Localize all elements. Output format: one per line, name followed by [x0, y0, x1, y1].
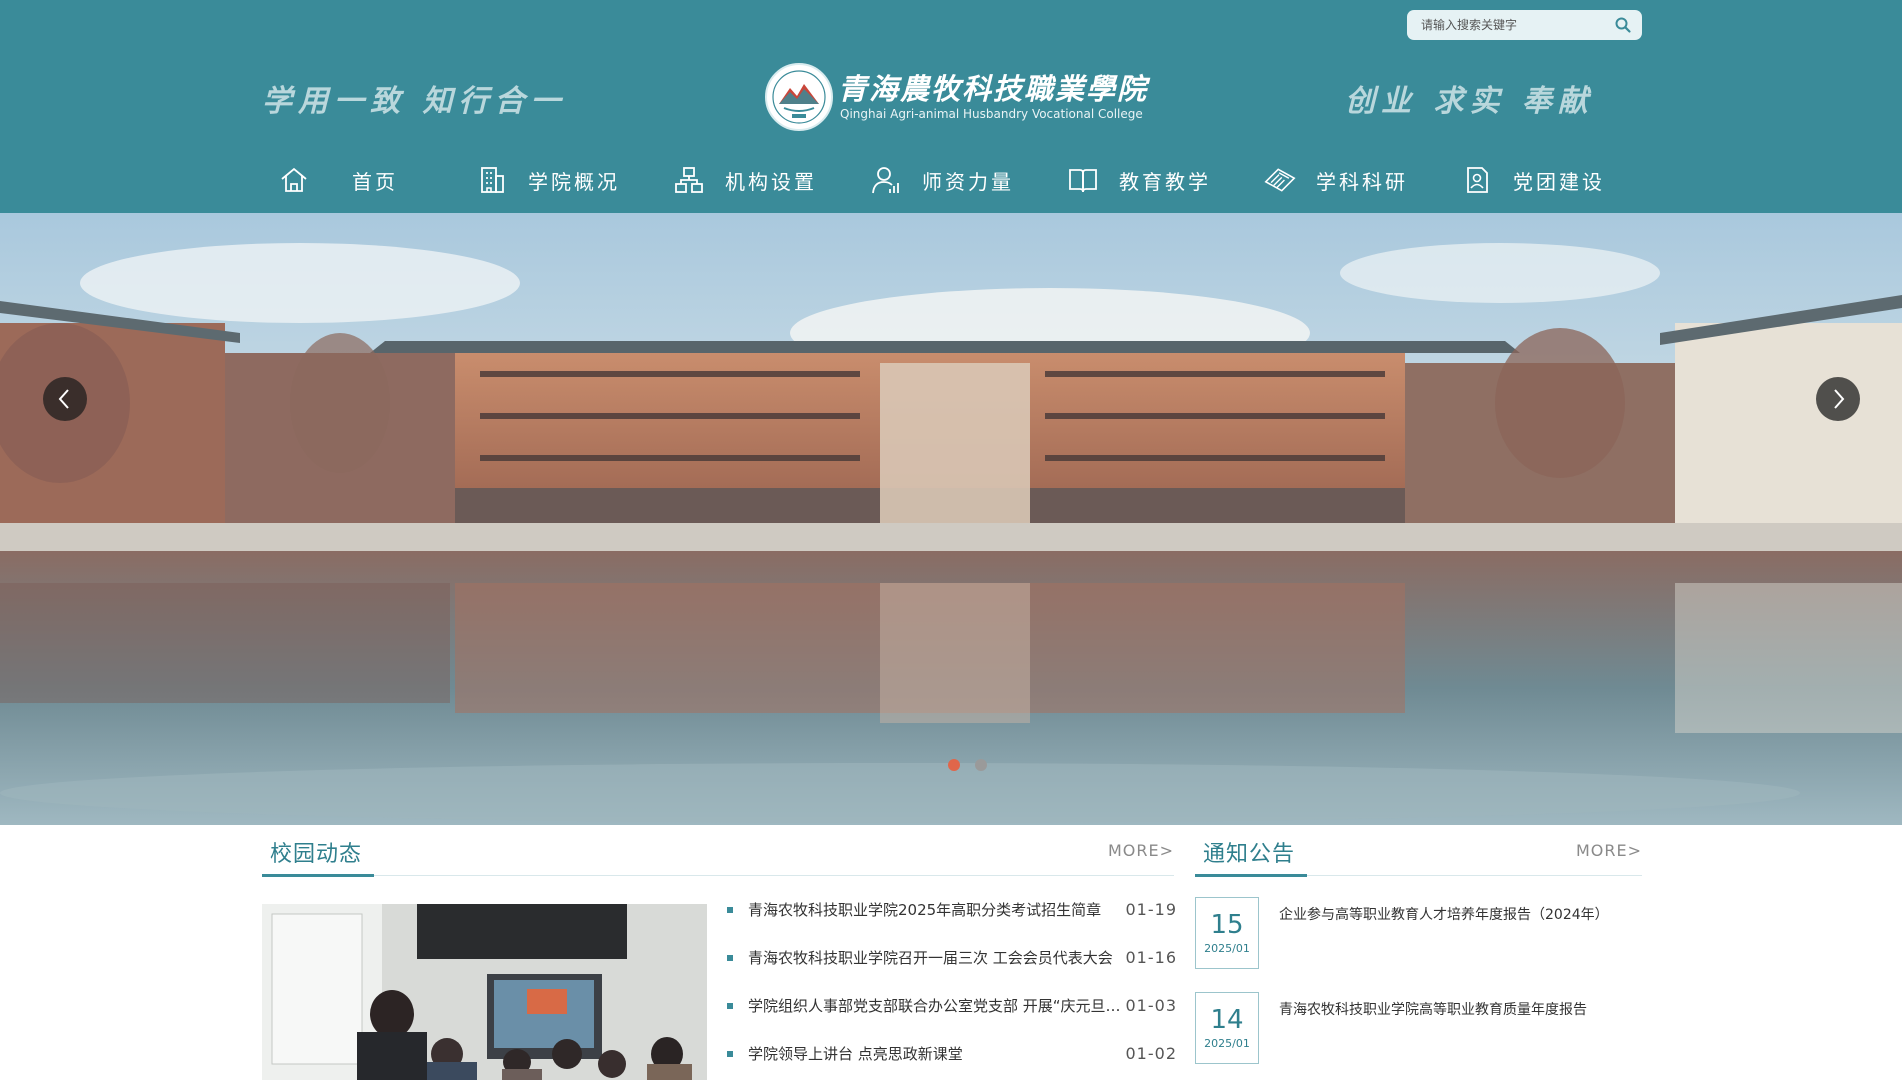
- notice-date-box: 15 2025/01: [1195, 897, 1259, 969]
- nav-item-organization[interactable]: 机构设置: [673, 160, 817, 200]
- news-date: 01-19: [1125, 900, 1177, 919]
- hero-banner: [0, 213, 1902, 825]
- news-date: 01-03: [1125, 996, 1177, 1015]
- news-section-header: 校园动态 MORE>: [262, 826, 1174, 877]
- party-icon: [1467, 167, 1488, 193]
- news-item[interactable]: 学院组织人事部党支部联合办公室党支部 开展“庆元旦，迎新年”主题党日活动 01-…: [727, 994, 1177, 1018]
- nav-label-home: 首页: [352, 169, 398, 194]
- site-header: 学用一致 知行合一 青海農牧科技職業學院 Qinghai Agri-animal…: [0, 0, 1902, 213]
- list-bullet: [727, 1051, 733, 1057]
- news-date: 01-02: [1125, 1044, 1177, 1063]
- search-input[interactable]: [1421, 15, 1601, 35]
- banner-dot-2[interactable]: [975, 759, 987, 771]
- news-item[interactable]: 青海农牧科技职业学院2025年高职分类考试招生简章 01-19: [727, 898, 1177, 922]
- list-bullet: [727, 1003, 733, 1009]
- notice-section-title: 通知公告: [1203, 842, 1296, 867]
- notice-item[interactable]: 15 2025/01 企业参与高等职业教育人才培养年度报告（2024年）: [1195, 897, 1642, 969]
- notice-section-header: 通知公告 MORE>: [1195, 826, 1642, 877]
- notice-title[interactable]: 企业参与高等职业教育人才培养年度报告（2024年）: [1279, 905, 1609, 925]
- nav-item-education[interactable]: 教育教学: [1067, 160, 1211, 200]
- research-icon: [1264, 168, 1296, 192]
- search-box: [1407, 10, 1642, 40]
- nav-item-about[interactable]: 学院概况: [476, 160, 620, 200]
- nav-item-research[interactable]: 学科科研: [1264, 160, 1408, 200]
- nav-item-party[interactable]: 党团建设: [1461, 160, 1605, 200]
- notice-title-underline: [1195, 874, 1307, 877]
- banner-dot-1[interactable]: [948, 759, 960, 771]
- nav-item-faculty[interactable]: 师资力量: [870, 160, 1014, 200]
- news-date: 01-16: [1125, 948, 1177, 967]
- college-logo[interactable]: 青海農牧科技職業學院 Qinghai Agri-animal Husbandry…: [764, 62, 1146, 132]
- news-title[interactable]: 学院领导上讲台 点亮思政新课堂: [748, 1042, 1131, 1066]
- news-title-underline: [262, 874, 374, 877]
- building-icon: [481, 167, 504, 193]
- news-item[interactable]: 学院领导上讲台 点亮思政新课堂 01-02: [727, 1042, 1177, 1066]
- notice-year-month: 2025/01: [1204, 942, 1250, 955]
- search-icon[interactable]: [1614, 16, 1632, 34]
- nav-label-organization: 机构设置: [725, 169, 817, 194]
- list-bullet: [727, 955, 733, 961]
- chevron-left-icon: [58, 389, 69, 409]
- nav-label-education: 教育教学: [1119, 169, 1211, 194]
- notice-title[interactable]: 青海农牧科技职业学院高等职业教育质量年度报告: [1279, 1000, 1587, 1020]
- banner-prev-button[interactable]: [43, 377, 87, 421]
- campus-building-photo: [0, 213, 1902, 825]
- news-more-link[interactable]: MORE>: [1108, 841, 1174, 860]
- book-icon: [1069, 169, 1097, 193]
- motto-left: 学用一致 知行合一: [262, 84, 567, 119]
- news-title[interactable]: 学院组织人事部党支部联合办公室党支部 开展“庆元旦，迎新年”主题党日活动: [748, 994, 1131, 1018]
- notice-year-month: 2025/01: [1204, 1037, 1250, 1050]
- nav-item-home[interactable]: 首页: [278, 160, 398, 200]
- news-section-title: 校园动态: [270, 842, 363, 867]
- motto-right: 创业 求实 奉献: [1345, 84, 1594, 119]
- list-bullet: [727, 907, 733, 913]
- news-photo[interactable]: [262, 904, 707, 1080]
- nav-label-party: 党团建设: [1513, 169, 1605, 194]
- college-name-en: Qinghai Agri-animal Husbandry Vocational…: [840, 107, 1143, 121]
- org-chart-icon: [675, 167, 703, 193]
- chevron-right-icon: [1834, 389, 1845, 409]
- news-item[interactable]: 青海农牧科技职业学院召开一届三次 工会会员代表大会 01-16: [727, 946, 1177, 970]
- college-name-cn: 青海農牧科技職業學院: [838, 72, 1149, 106]
- nav-label-about: 学院概况: [528, 169, 620, 194]
- news-title[interactable]: 青海农牧科技职业学院召开一届三次 工会会员代表大会: [748, 946, 1131, 970]
- notice-day: 15: [1210, 910, 1244, 940]
- notice-item[interactable]: 14 2025/01 青海农牧科技职业学院高等职业教育质量年度报告: [1195, 992, 1642, 1064]
- college-emblem-icon: [765, 63, 833, 131]
- banner-next-button[interactable]: [1816, 377, 1860, 421]
- notice-day: 14: [1210, 1005, 1244, 1035]
- home-icon: [281, 167, 307, 192]
- classroom-photo: [262, 904, 707, 1080]
- notice-date-box: 14 2025/01: [1195, 992, 1259, 1064]
- nav-label-research: 学科科研: [1316, 169, 1408, 194]
- news-title[interactable]: 青海农牧科技职业学院2025年高职分类考试招生简章: [748, 898, 1131, 922]
- nav-label-faculty: 师资力量: [922, 169, 1014, 194]
- notice-more-link[interactable]: MORE>: [1576, 841, 1642, 860]
- main-nav: 首页 学院概况 机构设置 师资力量 教育教学 学科科研 党团建设: [0, 160, 1902, 200]
- teacher-icon: [872, 167, 899, 194]
